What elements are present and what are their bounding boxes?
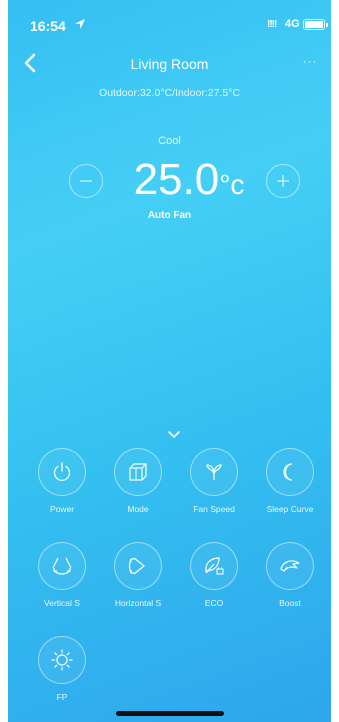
- horizontal-swing-label: Horizontal S: [114, 598, 162, 608]
- location-arrow-icon: [75, 19, 85, 29]
- power-icon: [53, 462, 71, 481]
- decrease-temperature-button[interactable]: [69, 164, 103, 198]
- moon-icon: [283, 463, 293, 481]
- eco-label: ECO: [204, 598, 224, 608]
- network-type: 4G: [285, 18, 300, 30]
- fan-icon: [206, 464, 222, 480]
- boost-button[interactable]: Boost: [250, 542, 330, 608]
- more-options-button[interactable]: ···: [299, 54, 321, 70]
- app-screen: 16:54 !!!! 4G Living Room ··· Outdoor:32…: [8, 0, 331, 722]
- chevron-down-icon[interactable]: [167, 430, 181, 440]
- plus-icon: [277, 175, 289, 187]
- sleep-curve-label: Sleep Curve: [266, 504, 314, 514]
- page-title: Living Room: [130, 56, 209, 72]
- vertical-swing-icon: [52, 557, 72, 575]
- boost-label: Boost: [279, 598, 301, 608]
- fan-mode-label: Auto Fan: [147, 210, 192, 221]
- minus-icon: [80, 180, 92, 182]
- temperature-unit: °c: [219, 169, 245, 200]
- increase-temperature-button[interactable]: [266, 164, 300, 198]
- home-indicator[interactable]: [116, 711, 224, 716]
- horizontal-swing-button[interactable]: Horizontal S: [98, 542, 178, 608]
- target-temperature: 25.0°c: [116, 155, 262, 210]
- sleep-curve-button[interactable]: Sleep Curve: [250, 448, 330, 514]
- power-label: Power: [49, 504, 75, 514]
- temperature-readout: Outdoor:32.0°C/Indoor:27.5°C: [99, 87, 240, 99]
- signal-icon: !!!!: [267, 19, 277, 30]
- fp-label: FP: [56, 692, 68, 702]
- eco-leaf-icon: [205, 557, 224, 575]
- mode-button[interactable]: Mode: [98, 448, 178, 514]
- battery-icon: [303, 19, 328, 30]
- fan-speed-button[interactable]: Fan Speed: [174, 448, 254, 514]
- vertical-swing-button[interactable]: Vertical S: [22, 542, 102, 608]
- mode-label: Cool: [158, 135, 181, 147]
- mode-icon: [129, 463, 147, 481]
- boost-icon: [280, 560, 300, 572]
- status-time: 16:54: [30, 18, 66, 34]
- vertical-swing-label: Vertical S: [44, 598, 80, 608]
- mode-label-text: Mode: [127, 504, 149, 514]
- eco-button[interactable]: ECO: [174, 542, 254, 608]
- fp-button[interactable]: FP: [22, 636, 102, 702]
- sun-icon: [51, 649, 73, 671]
- horizontal-swing-icon: [128, 557, 145, 575]
- power-button[interactable]: Power: [22, 448, 102, 514]
- fan-speed-label: Fan Speed: [193, 504, 235, 514]
- temperature-value: 25.0: [133, 155, 220, 204]
